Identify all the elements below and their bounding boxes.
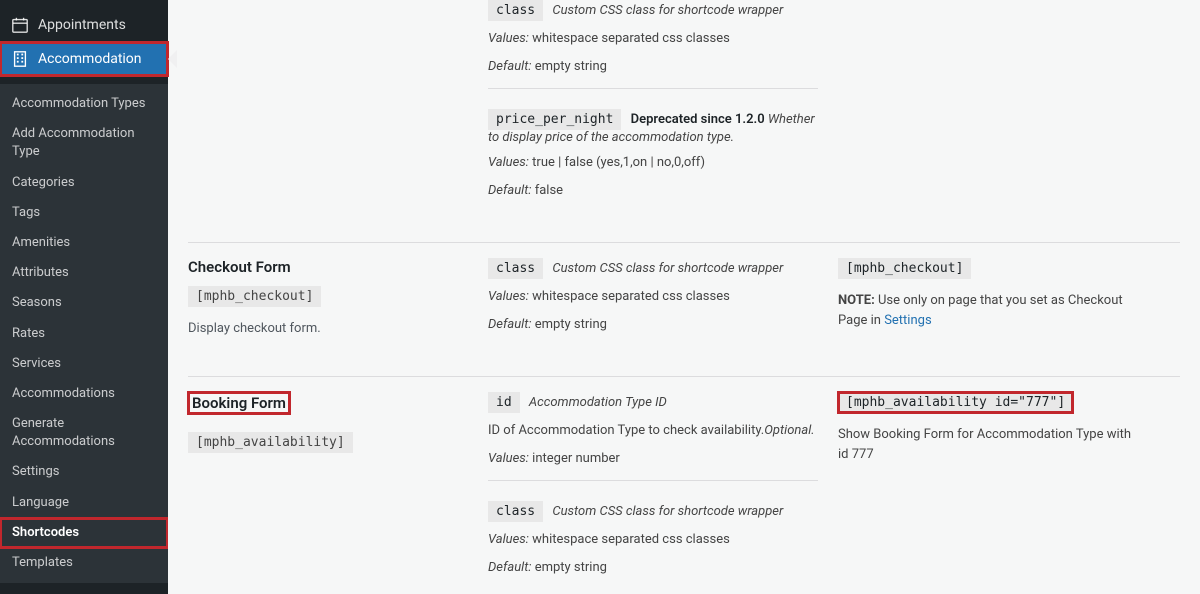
param-desc: Custom CSS class for shortcode wrapper [552, 261, 783, 276]
submenu-services[interactable]: Services [0, 349, 168, 379]
param-name-code: class [488, 0, 543, 21]
example-code: [mphb_checkout] [838, 258, 971, 279]
menu-appointments[interactable]: Appointments [0, 8, 168, 42]
example-code: [mphb_availability id="777"] [838, 392, 1073, 413]
shortcode-row-prev: class Custom CSS class for shortcode wra… [188, 0, 1180, 232]
param-desc: Custom CSS class for shortcode wrapper [552, 504, 783, 519]
submenu-add-type[interactable]: Add Accommodation Type [0, 119, 168, 167]
submenu-accommodations[interactable]: Accommodations [0, 379, 168, 409]
example-note: NOTE: Use only on page that you set as C… [838, 291, 1138, 330]
building-icon [10, 49, 30, 69]
submenu-types[interactable]: Accommodation Types [0, 89, 168, 119]
menu-label: Appointments [38, 17, 126, 33]
submenu-attributes[interactable]: Attributes [0, 258, 168, 288]
param-name-code: price_per_night [488, 109, 621, 130]
submenu-settings[interactable]: Settings [0, 457, 168, 487]
param-id: id Accommodation Type ID ID of Accommoda… [488, 392, 818, 481]
param-price-per-night: price_per_night Deprecated since 1.2.0 W… [488, 109, 818, 212]
submenu-seasons[interactable]: Seasons [0, 288, 168, 318]
submenu-rates[interactable]: Rates [0, 319, 168, 349]
param-class: class Custom CSS class for shortcode wra… [488, 258, 818, 346]
calendar-icon [10, 15, 30, 35]
section-desc: Display checkout form. [188, 319, 468, 339]
param-desc: Custom CSS class for shortcode wrapper [552, 3, 783, 18]
submenu-generate[interactable]: Generate Accommodations [0, 409, 168, 457]
shortcode-row-booking: Booking Form [mphb_availability] id Acco… [188, 376, 1180, 594]
shortcode-row-checkout: Checkout Form [mphb_checkout] Display ch… [188, 242, 1180, 366]
submenu-amenities[interactable]: Amenities [0, 228, 168, 258]
admin-sidebar: Appointments Accommodation Accommodation… [0, 0, 168, 594]
param-desc: Accommodation Type ID [529, 395, 667, 410]
menu-accommodation[interactable]: Accommodation [0, 42, 168, 76]
shortcode-tag: [mphb_checkout] [188, 286, 321, 307]
submenu-templates[interactable]: Templates [0, 548, 168, 578]
param-class: class Custom CSS class for shortcode wra… [488, 0, 818, 89]
param-name-code: id [488, 392, 520, 413]
section-title: Booking Form [188, 392, 290, 414]
param-class: class Custom CSS class for shortcode wra… [488, 501, 818, 589]
submenu-language[interactable]: Language [0, 488, 168, 518]
param-name-code: class [488, 501, 543, 522]
submenu-categories[interactable]: Categories [0, 168, 168, 198]
menu-label: Accommodation [38, 51, 142, 67]
param-name-code: class [488, 258, 543, 279]
section-title: Checkout Form [188, 258, 468, 276]
example-desc: Show Booking Form for Accommodation Type… [838, 425, 1138, 464]
submenu: Accommodation Types Add Accommodation Ty… [0, 84, 168, 583]
main-content: class Custom CSS class for shortcode wra… [168, 0, 1200, 594]
submenu-shortcodes[interactable]: Shortcodes [0, 518, 168, 548]
submenu-tags[interactable]: Tags [0, 198, 168, 228]
deprecated-label: Deprecated since 1.2.0 [631, 112, 765, 127]
settings-link[interactable]: Settings [884, 313, 931, 328]
shortcode-tag: [mphb_availability] [188, 432, 353, 453]
